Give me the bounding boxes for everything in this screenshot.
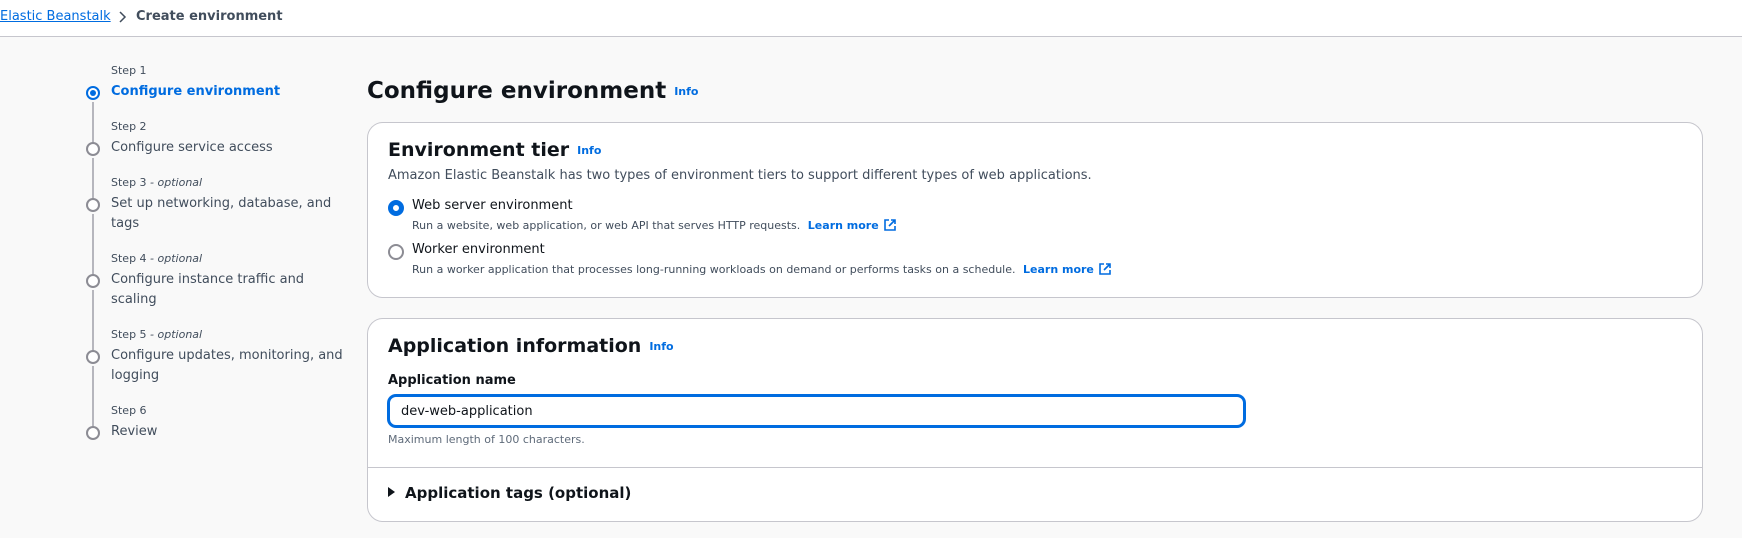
radio-description: Run a worker application that processes … bbox=[412, 262, 1112, 276]
divider bbox=[368, 467, 1702, 468]
step-indicator-icon bbox=[86, 142, 100, 156]
step-number: Step 4 - optional bbox=[111, 252, 203, 265]
application-name-input[interactable] bbox=[388, 395, 1245, 427]
step-indicator-icon bbox=[86, 426, 100, 440]
application-tags-expander[interactable]: Application tags (optional) bbox=[388, 484, 631, 502]
caret-right-icon bbox=[388, 487, 395, 497]
chevron-right-icon bbox=[119, 11, 127, 23]
page-title: Configure environment Info bbox=[367, 78, 698, 104]
step-connector bbox=[92, 214, 94, 282]
step-number: Step 5 - optional bbox=[111, 328, 203, 341]
page-info-link[interactable]: Info bbox=[674, 85, 698, 98]
radio-description: Run a website, web application, or web A… bbox=[412, 218, 897, 232]
step-title[interactable]: Configure updates, monitoring, and loggi… bbox=[111, 346, 351, 386]
step-number: Step 6 bbox=[111, 404, 147, 417]
radio-label[interactable]: Worker environment bbox=[412, 242, 545, 257]
learn-more-link[interactable]: Learn more bbox=[1023, 263, 1094, 276]
step-title[interactable]: Configure instance traffic and scaling bbox=[111, 270, 351, 310]
breadcrumb-elastic-beanstalk-link[interactable]: Elastic Beanstalk bbox=[0, 9, 111, 24]
step-title[interactable]: Review bbox=[111, 422, 351, 442]
step-number: Step 1 bbox=[111, 64, 147, 77]
step-title[interactable]: Configure environment bbox=[111, 82, 351, 102]
page-title-text: Configure environment bbox=[367, 78, 667, 104]
environment-tier-title: Environment tier bbox=[388, 139, 570, 161]
external-link-icon[interactable] bbox=[1098, 262, 1112, 276]
radio-button-unselected[interactable] bbox=[388, 244, 404, 260]
external-link-icon[interactable] bbox=[883, 218, 897, 232]
step-indicator-icon bbox=[86, 350, 100, 364]
radio-description-text: Run a website, web application, or web A… bbox=[412, 219, 801, 232]
step-indicator-icon bbox=[86, 198, 100, 212]
step-number: Step 2 bbox=[111, 120, 147, 133]
learn-more-link[interactable]: Learn more bbox=[808, 219, 879, 232]
breadcrumb-bar: Elastic Beanstalk Create environment bbox=[0, 0, 1742, 37]
application-information-title: Application information bbox=[388, 335, 642, 357]
step-connector bbox=[92, 366, 94, 434]
application-tags-label[interactable]: Application tags (optional) bbox=[405, 484, 631, 502]
environment-tier-heading: Environment tier Info bbox=[388, 139, 601, 161]
step-title[interactable]: Set up networking, database, and tags bbox=[111, 194, 351, 234]
breadcrumb-current: Create environment bbox=[136, 9, 283, 24]
environment-tier-description: Amazon Elastic Beanstalk has two types o… bbox=[388, 168, 1092, 183]
application-information-container: Application information Info Application … bbox=[367, 318, 1703, 522]
radio-label[interactable]: Web server environment bbox=[412, 198, 573, 213]
step-title[interactable]: Configure service access bbox=[111, 138, 351, 158]
radio-description-text: Run a worker application that processes … bbox=[412, 263, 1016, 276]
step-number: Step 3 - optional bbox=[111, 176, 203, 189]
application-name-label: Application name bbox=[388, 373, 516, 388]
application-information-heading: Application information Info bbox=[388, 335, 674, 357]
step-active-indicator-icon bbox=[86, 86, 100, 100]
radio-button-selected[interactable] bbox=[388, 200, 404, 216]
application-information-info-link[interactable]: Info bbox=[649, 340, 673, 353]
step-indicator-icon bbox=[86, 274, 100, 288]
step-connector bbox=[92, 290, 94, 358]
environment-tier-info-link[interactable]: Info bbox=[577, 144, 601, 157]
environment-tier-container: Environment tier Info Amazon Elastic Bean… bbox=[367, 122, 1703, 298]
application-name-constraint: Maximum length of 100 characters. bbox=[388, 433, 585, 446]
